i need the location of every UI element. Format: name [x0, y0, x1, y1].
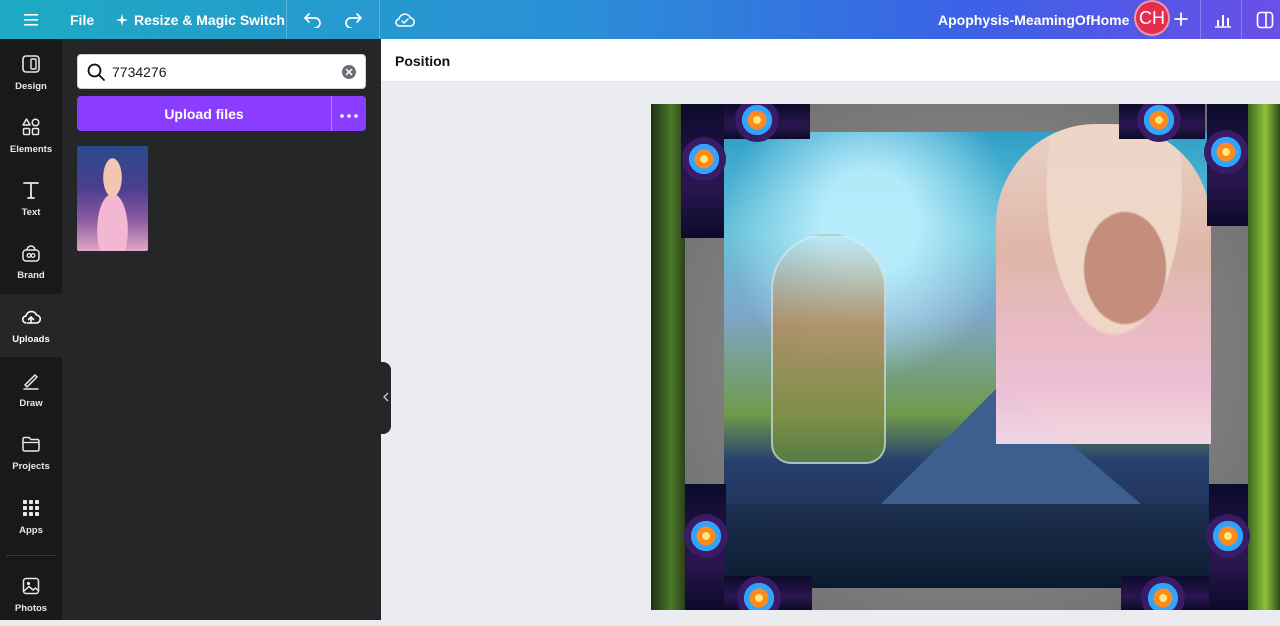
- uploads-panel: Upload files: [62, 39, 381, 620]
- toolbar-divider: [286, 0, 287, 39]
- fractal-flower: [684, 514, 728, 558]
- more-dots-icon: [340, 105, 358, 123]
- search-box[interactable]: [77, 54, 366, 89]
- document-title-text: Apophysis-MeamingOfHome: [938, 11, 1130, 28]
- rail-item-elements[interactable]: Elements: [0, 104, 62, 167]
- rail-item-label: Photos: [14, 602, 48, 614]
- fractal-flower: [1204, 130, 1248, 174]
- sparkle-icon: [116, 13, 128, 26]
- resize-magic-switch-label: Resize & Magic Switch: [134, 11, 285, 28]
- rail-item-label: Projects: [12, 460, 50, 472]
- design-icon: [21, 54, 41, 81]
- rail-item-draw[interactable]: Draw: [0, 358, 62, 421]
- hamburger-icon[interactable]: [18, 0, 44, 39]
- rail-item-label: Draw: [19, 397, 43, 409]
- rail-item-projects[interactable]: Projects: [0, 421, 62, 484]
- avatar[interactable]: CH: [1134, 0, 1170, 36]
- left-rail: Design Elements Text Brand Uploads Draw …: [0, 39, 62, 620]
- plus-icon[interactable]: [1168, 2, 1194, 36]
- rail-item-label: Design: [15, 80, 47, 92]
- bar-chart-icon[interactable]: [1210, 0, 1236, 39]
- uploaded-image-thumbnail[interactable]: [77, 146, 148, 251]
- rail-item-apps[interactable]: Apps: [0, 485, 62, 548]
- toolbar-divider: [1241, 0, 1242, 39]
- rail-item-label: Text: [21, 206, 41, 218]
- search-input[interactable]: [112, 55, 332, 88]
- file-menu-label: File: [70, 11, 95, 28]
- draw-icon: [21, 371, 41, 398]
- rail-item-label: Brand: [17, 269, 45, 281]
- toolbar-divider: [1200, 0, 1201, 39]
- position-button[interactable]: Position: [395, 39, 450, 82]
- folder-icon: [21, 434, 41, 461]
- chevron-left-icon: [383, 392, 389, 404]
- fractal-flower: [682, 137, 726, 181]
- rail-item-label: Elements: [9, 143, 53, 155]
- upload-files-label: Upload files: [164, 105, 244, 122]
- design-canvas[interactable]: [651, 104, 1280, 610]
- canvas-portrait: [996, 124, 1211, 444]
- collapse-panel-handle[interactable]: [381, 362, 391, 434]
- redo-icon[interactable]: [340, 0, 366, 39]
- canvas-left-strip: [651, 104, 685, 610]
- avatar-initials: CH: [1139, 7, 1165, 28]
- rail-item-label: Apps: [19, 524, 43, 536]
- toolbar-divider: [379, 0, 380, 39]
- photo-icon: [21, 576, 41, 603]
- document-title[interactable]: Apophysis-MeamingOfHome: [938, 0, 1129, 39]
- canvas-right-strip: [1248, 104, 1280, 610]
- upload-cloud-icon: [21, 307, 42, 334]
- text-icon: [21, 180, 41, 207]
- file-menu-button[interactable]: File: [70, 0, 94, 39]
- present-icon[interactable]: [1252, 0, 1278, 39]
- top-bar: File Resize & Magic Switch Apophysis-Mea…: [0, 0, 1280, 39]
- rail-item-uploads[interactable]: Uploads: [0, 294, 62, 357]
- search-icon: [86, 62, 106, 82]
- canvas-glass-castle: [771, 234, 886, 464]
- rail-item-text[interactable]: Text: [0, 167, 62, 230]
- brand-icon: [21, 243, 41, 270]
- elements-icon: [21, 117, 41, 144]
- rail-item-brand[interactable]: Brand: [0, 230, 62, 293]
- cloud-check-icon[interactable]: [392, 0, 418, 39]
- position-label: Position: [395, 52, 451, 69]
- upload-files-button[interactable]: Upload files: [77, 96, 331, 131]
- rail-divider: [6, 555, 56, 556]
- rail-item-design[interactable]: Design: [0, 41, 62, 104]
- undo-icon[interactable]: [300, 0, 326, 39]
- rail-item-photos[interactable]: Photos: [0, 563, 62, 626]
- resize-magic-switch-button[interactable]: Resize & Magic Switch: [116, 0, 285, 39]
- clear-search-icon[interactable]: [341, 64, 357, 80]
- rail-item-label: Uploads: [12, 333, 50, 345]
- more-options-button[interactable]: [331, 96, 366, 131]
- apps-grid-icon: [21, 498, 41, 525]
- context-toolbar: Position: [381, 39, 1280, 82]
- fractal-flower: [1206, 514, 1250, 558]
